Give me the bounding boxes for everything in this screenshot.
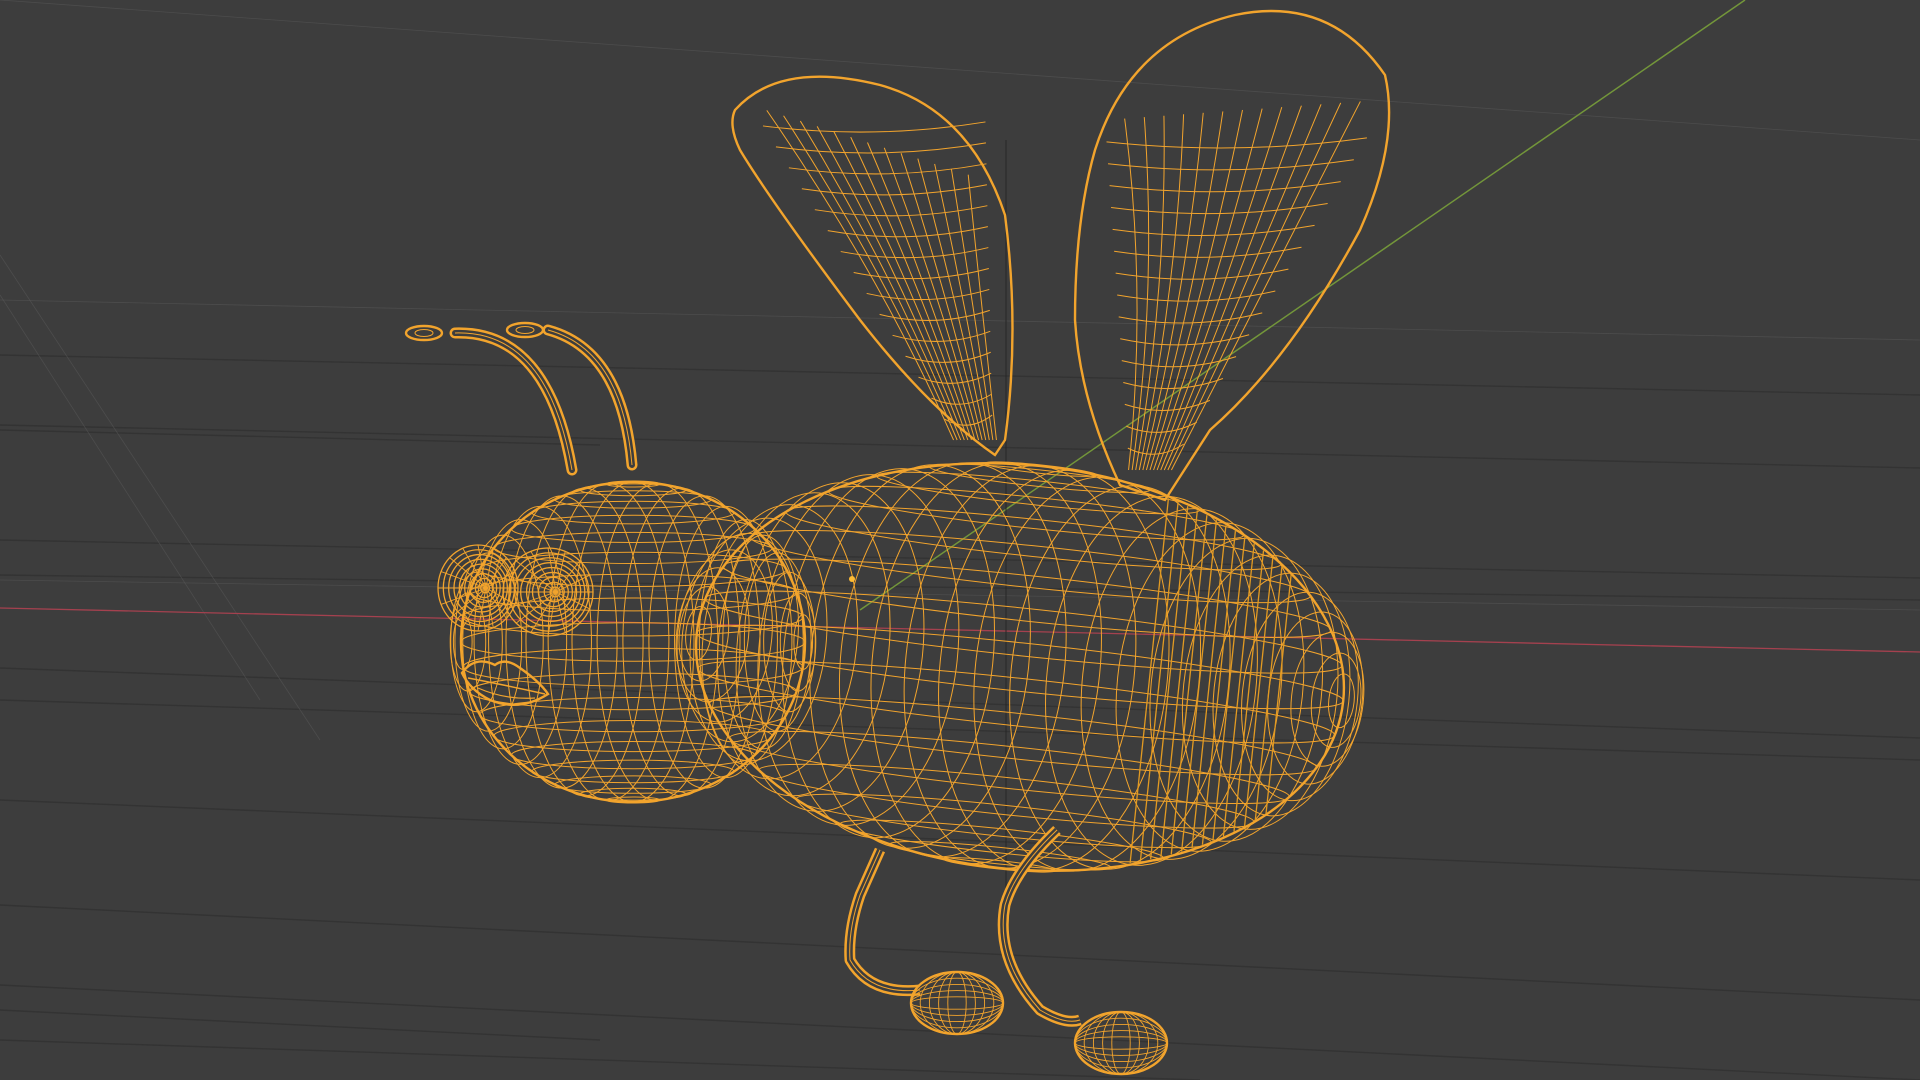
viewport-background xyxy=(0,0,1920,1080)
object-origin-point[interactable] xyxy=(849,576,855,582)
viewport-canvas[interactable] xyxy=(0,0,1920,1080)
3d-viewport[interactable] xyxy=(0,0,1920,1080)
